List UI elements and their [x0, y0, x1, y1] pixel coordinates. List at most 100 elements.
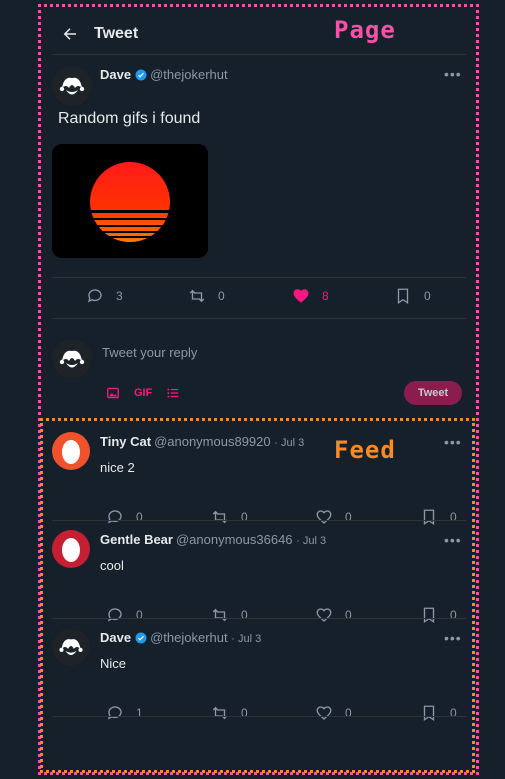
tweet-button[interactable]: Tweet	[404, 381, 462, 405]
bookmark-count: 0	[450, 510, 457, 524]
egg-avatar-icon	[62, 538, 80, 562]
sunset-gif-image	[52, 144, 208, 258]
like-action[interactable]: 8	[292, 287, 394, 305]
reply-input[interactable]: Tweet your reply	[102, 345, 197, 360]
reply-action[interactable]: 0	[106, 606, 211, 624]
verified-badge-icon	[135, 69, 147, 81]
page-header: Tweet	[52, 14, 466, 55]
author-name: Tiny Cat	[100, 434, 152, 449]
image-icon[interactable]	[106, 386, 120, 400]
bookmark-action[interactable]: 0	[420, 606, 457, 624]
author-handle: @thejokerhut	[150, 630, 228, 645]
retweet-count: 0	[241, 706, 248, 720]
tweet-author[interactable]: Dave @thejokerhut	[100, 67, 228, 82]
retweet-action[interactable]: 0	[188, 287, 292, 305]
reply-action[interactable]: 3	[86, 287, 188, 305]
reply-icon	[107, 510, 122, 524]
reply-count: 0	[136, 608, 143, 622]
like-action[interactable]: 0	[315, 508, 420, 526]
more-options-icon[interactable]: •••	[444, 66, 462, 82]
author-handle: @anonymous89920	[154, 434, 271, 449]
reply-time: · Jul 3	[274, 437, 305, 449]
author-name: Dave	[100, 67, 132, 82]
reply-time: · Jul 3	[296, 535, 327, 547]
heart-filled-icon	[293, 289, 309, 303]
reply-text: cool	[100, 558, 124, 573]
bookmark-icon	[423, 607, 435, 624]
retweet-icon	[212, 608, 228, 622]
egg-avatar-icon	[62, 440, 80, 464]
jester-avatar-icon	[52, 339, 92, 379]
bookmark-action[interactable]: 0	[420, 704, 457, 722]
divider	[52, 618, 466, 619]
divider	[52, 277, 466, 278]
composer-toolbar: GIF	[106, 386, 194, 400]
feed-annotation-label: Feed	[334, 436, 396, 464]
reply-actions: 1 0 0 0	[106, 704, 457, 722]
list-icon[interactable]	[166, 386, 180, 400]
reply-count: 1	[136, 706, 143, 720]
retweet-action[interactable]: 0	[211, 606, 315, 624]
more-options-icon[interactable]: •••	[444, 434, 462, 450]
reply-action[interactable]: 1	[106, 704, 211, 722]
heart-icon	[316, 608, 332, 622]
reply-text: Nice	[100, 656, 127, 671]
verified-badge-icon	[135, 632, 147, 644]
like-action[interactable]: 0	[315, 606, 420, 624]
bookmark-action[interactable]: 0	[420, 508, 457, 526]
bookmark-action[interactable]: 0	[394, 287, 431, 305]
retweet-action[interactable]: 0	[211, 704, 315, 722]
tweet-gif-media[interactable]	[52, 144, 208, 258]
back-arrow-icon[interactable]	[58, 22, 82, 46]
reply-icon	[107, 608, 122, 622]
reply-actions: 0 0 0 0	[106, 606, 457, 624]
retweet-icon	[189, 289, 205, 303]
more-options-icon[interactable]: •••	[444, 532, 462, 548]
heart-icon	[316, 706, 332, 720]
avatar[interactable]	[52, 66, 92, 106]
avatar	[52, 339, 92, 379]
retweet-icon	[212, 510, 228, 524]
reply-author[interactable]: Gentle Bear @anonymous36646 · Jul 3	[100, 532, 326, 547]
tweet-actions: 3 0 8 0	[86, 287, 431, 305]
like-count: 8	[322, 289, 329, 303]
heart-icon	[316, 510, 332, 524]
bookmark-count: 0	[450, 608, 457, 622]
divider	[52, 716, 466, 717]
like-count: 0	[345, 510, 352, 524]
bookmark-count: 0	[424, 289, 431, 303]
bookmark-icon	[423, 705, 435, 722]
reply-action[interactable]: 0	[106, 508, 211, 526]
reply-text: nice 2	[100, 460, 135, 475]
author-handle: @thejokerhut	[150, 67, 228, 82]
avatar[interactable]	[52, 432, 90, 470]
like-count: 0	[345, 706, 352, 720]
retweet-icon	[212, 706, 228, 720]
avatar[interactable]	[52, 530, 90, 568]
avatar[interactable]	[52, 628, 90, 666]
divider	[52, 520, 466, 521]
reply-count: 0	[136, 510, 143, 524]
like-action[interactable]: 0	[315, 704, 420, 722]
reply-count: 3	[116, 289, 123, 303]
jester-avatar-icon	[52, 628, 90, 666]
author-name: Gentle Bear	[100, 532, 173, 547]
retweet-action[interactable]: 0	[211, 508, 315, 526]
reply-author[interactable]: Tiny Cat @anonymous89920 · Jul 3	[100, 434, 304, 449]
more-options-icon[interactable]: •••	[444, 630, 462, 646]
tweet-text: Random gifs i found	[58, 110, 201, 127]
retweet-count: 0	[218, 289, 225, 303]
divider	[52, 318, 466, 319]
reply-author[interactable]: Dave @thejokerhut · Jul 3	[100, 630, 261, 645]
reply-icon	[87, 289, 102, 303]
bookmark-count: 0	[450, 706, 457, 720]
page-title: Tweet	[94, 25, 139, 42]
gif-button[interactable]: GIF	[134, 387, 152, 399]
retweet-count: 0	[241, 510, 248, 524]
reply-icon	[107, 706, 122, 720]
jester-avatar-icon	[52, 66, 92, 106]
reply-time: · Jul 3	[231, 633, 262, 645]
bookmark-icon	[397, 288, 409, 305]
retweet-count: 0	[241, 608, 248, 622]
reply-actions: 0 0 0 0	[106, 508, 457, 526]
